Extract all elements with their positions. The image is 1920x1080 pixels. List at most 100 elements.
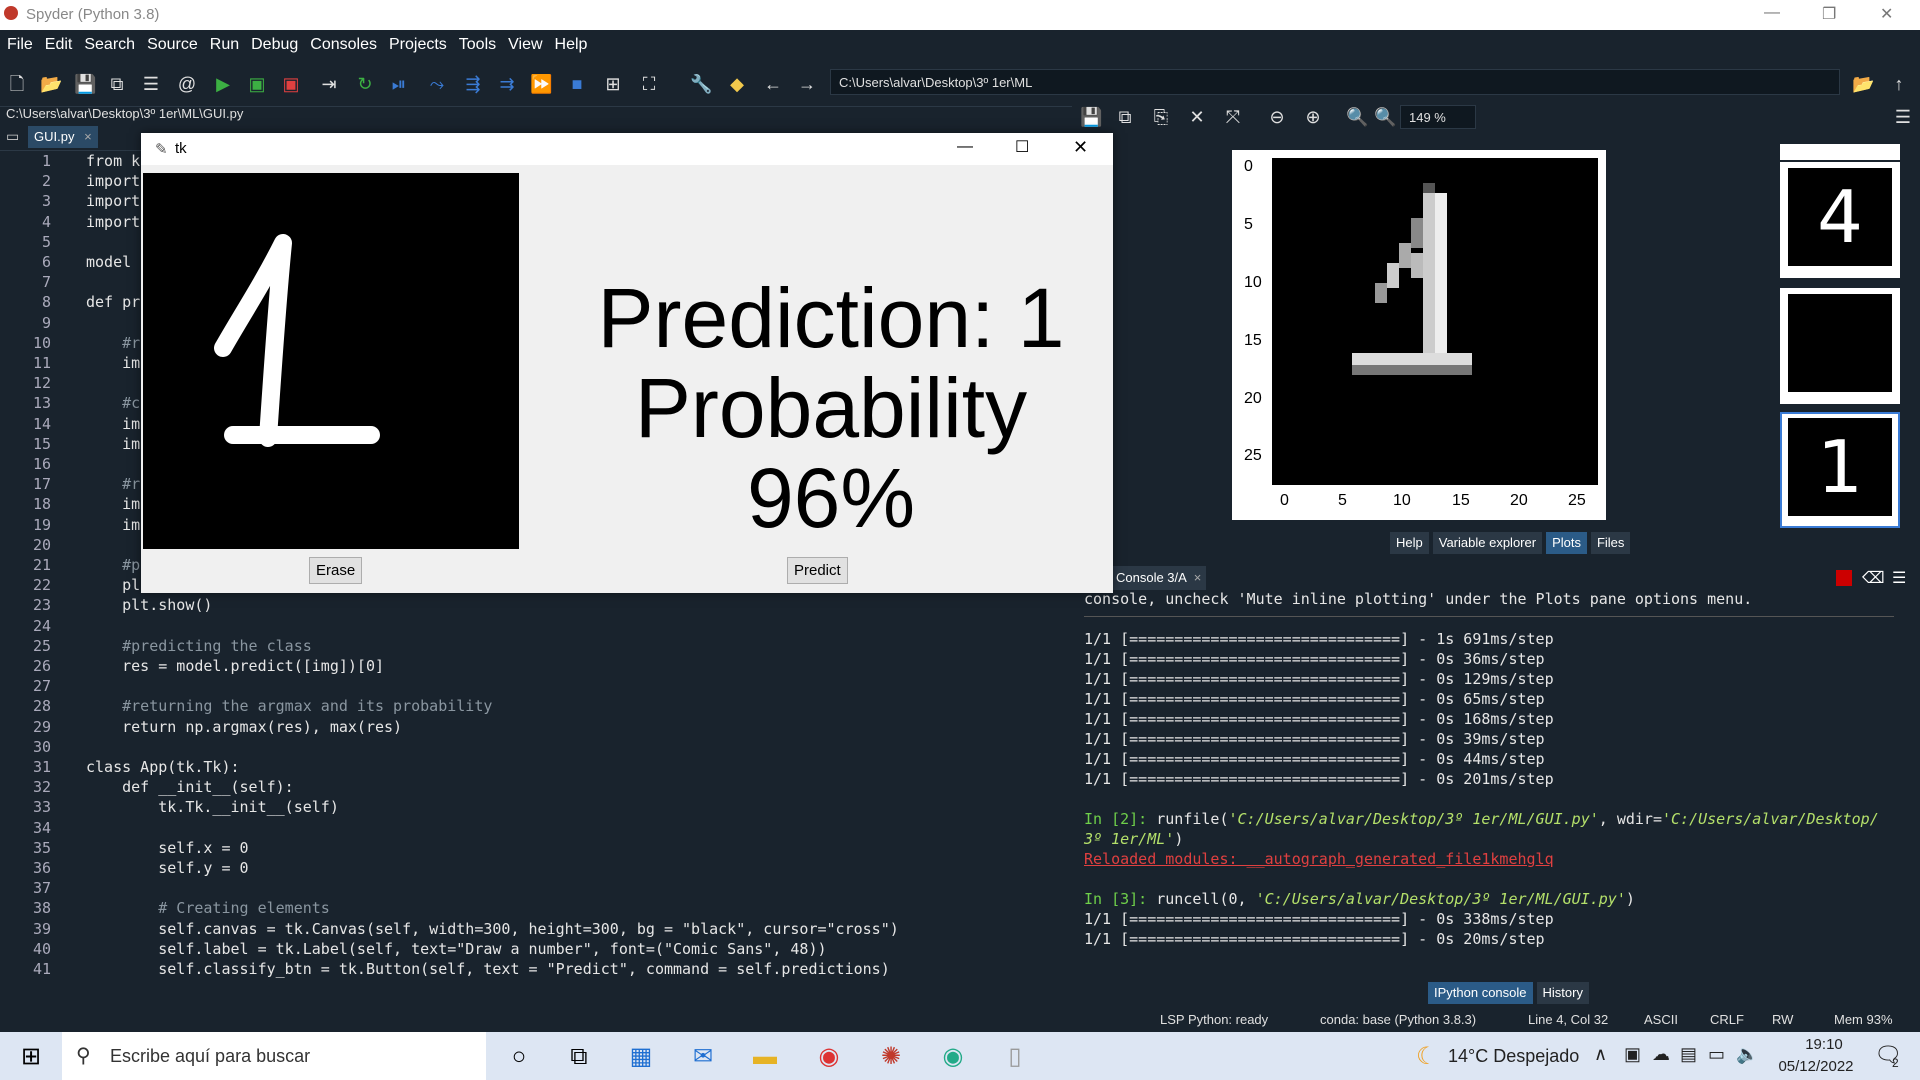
weather-text[interactable]: 14°C Despejado [1448,1046,1579,1067]
step-into-icon[interactable]: ⇶ [462,73,484,95]
save-all-plots-icon[interactable]: ⧉ [1114,106,1136,128]
plot-thumbnail-1[interactable]: 4 [1780,162,1900,278]
spyder-taskbar-icon[interactable]: ✺ [876,1042,906,1072]
predict-button[interactable]: Predict [787,557,848,584]
stop-kernel-icon[interactable] [1836,570,1852,586]
restore-icon[interactable]: ❐ [1822,4,1836,24]
drawing-canvas[interactable] [143,173,519,549]
close-icon[interactable]: ✕ [1880,4,1893,24]
volume-icon[interactable]: 🔈 [1736,1044,1758,1065]
next-plot-icon[interactable]: ⊕ [1302,106,1324,128]
save-plot-icon[interactable]: 💾 [1080,106,1102,128]
remove-plot-icon[interactable]: ✕ [1186,106,1208,128]
menu-help[interactable]: Help [550,36,593,54]
menu-file[interactable]: File [2,36,38,54]
clear-console-icon[interactable]: ⌫ [1862,568,1885,588]
step-return-icon[interactable]: ⇉ [496,73,518,95]
menu-run[interactable]: Run [205,36,244,54]
stop-debug-icon[interactable]: ■ [566,73,588,95]
menu-source[interactable]: Source [142,36,203,54]
preferences-wrench-icon[interactable]: 🔧 [690,73,712,95]
tray-chevron-icon[interactable]: ∧ [1594,1044,1607,1065]
run-icon[interactable]: ▶ [212,73,234,95]
zoom-level-field[interactable]: 149 % [1400,105,1476,129]
plot-thumbnail-2[interactable] [1780,288,1900,404]
title-bar: Spyder (Python 3.8) — ❐ ✕ [0,0,1920,30]
tab-variable-explorer[interactable]: Variable explorer [1432,532,1543,554]
plot-thumbnail-3[interactable]: 1 [1780,412,1900,528]
tk-maximize-icon[interactable]: ☐ [1015,137,1029,157]
erase-button[interactable]: Erase [309,557,363,584]
tab-plots[interactable]: Plots [1546,532,1587,554]
browse-tabs-icon[interactable]: ▭ [6,128,19,145]
close-tab-icon[interactable]: × [84,129,92,144]
forward-arrow-icon[interactable]: → [796,73,818,95]
save-icon[interactable]: 💾 [74,73,96,95]
tray-device-icon[interactable]: ▣ [1624,1044,1641,1065]
python-path-icon[interactable]: ◆ [726,73,748,95]
fullscreen-icon[interactable]: ⛶ [638,73,660,95]
tab-files[interactable]: Files [1590,532,1631,554]
maximize-pane-icon[interactable]: ⊞ [602,73,624,95]
parent-dir-icon[interactable]: ↑ [1888,73,1910,95]
zoom-in-icon[interactable]: 🔍 [1374,106,1396,128]
at-icon[interactable]: @ [176,73,198,95]
pane-options-menu-icon[interactable]: ☰ [1892,106,1914,128]
run-cell-advance-icon[interactable]: ▣ [280,73,302,95]
file-explorer-icon[interactable]: ▬ [750,1042,780,1072]
menu-consoles[interactable]: Consoles [305,36,382,54]
step-icon[interactable]: ⤳ [426,73,448,95]
menu-search[interactable]: Search [79,36,140,54]
windows-start-icon[interactable]: ⊞ [16,1042,46,1072]
menu-projects[interactable]: Projects [384,36,452,54]
copy-plot-icon[interactable]: ⎘ [1150,106,1172,128]
console-options-icon[interactable]: ☰ [1892,568,1906,588]
tab-history[interactable]: History [1536,982,1589,1004]
chrome-profile-icon[interactable]: ◉ [938,1042,968,1072]
plot-thumbnail-partial[interactable] [1780,144,1900,160]
working-directory-input[interactable]: C:\Users\alvar\Desktop\3º 1er\ML [830,69,1840,95]
clock-time[interactable]: 19:10 [1794,1036,1854,1053]
run-cell-icon[interactable]: ▣ [246,73,268,95]
taskbar-search[interactable]: ⚲ Escribe aquí para buscar [62,1032,486,1080]
zoom-out-icon[interactable]: 🔍 [1346,106,1368,128]
tk-minimize-icon[interactable]: — [957,138,973,156]
blank-document-icon[interactable]: ▯ [1000,1042,1030,1072]
battery-icon[interactable]: ▭ [1708,1044,1725,1065]
list-icon[interactable]: ☰ [140,73,162,95]
back-arrow-icon[interactable]: ← [762,73,784,95]
tk-close-icon[interactable]: ✕ [1073,137,1088,158]
remove-all-plots-icon[interactable]: ⤧ [1222,106,1244,128]
run-selection-icon[interactable]: ⇥ [318,73,340,95]
ipython-console[interactable]: console, uncheck 'Mute inline plotting' … [1084,590,1904,970]
close-console-icon[interactable]: × [1194,570,1202,585]
mail-icon[interactable]: ✉ [688,1042,718,1072]
minimize-icon[interactable]: — [1764,4,1780,22]
previous-plot-icon[interactable]: ⊖ [1266,106,1288,128]
tray-display-icon[interactable]: ▤ [1680,1044,1697,1065]
menu-view[interactable]: View [503,36,547,54]
editor-tab-gui[interactable]: GUI.py × [28,126,98,148]
open-file-icon[interactable]: 📂 [40,73,62,95]
line-number: 12 [32,374,51,393]
tab-help[interactable]: Help [1390,532,1429,554]
menu-debug[interactable]: Debug [246,36,303,54]
menu-tools[interactable]: Tools [454,36,501,54]
task-view-icon[interactable]: ⧉ [564,1042,594,1072]
rerun-icon[interactable]: ↻ [354,73,376,95]
continue-icon[interactable]: ⏩ [530,73,552,95]
menu-edit[interactable]: Edit [40,36,78,54]
clock-date[interactable]: 05/12/2022 [1766,1058,1866,1075]
browse-folder-icon[interactable]: 📂 [1852,73,1874,95]
code-line: res = model.predict([img])[0] [86,657,385,675]
debug-icon[interactable]: ⏯ [388,73,410,95]
chrome-icon[interactable]: ◉ [814,1042,844,1072]
console-tab[interactable]: Console 3/A × [1110,566,1206,590]
console-progress-line: 1/1 [==============================] - 0… [1084,710,1554,728]
save-all-icon[interactable]: ⧉ [106,73,128,95]
store-icon[interactable]: ▦ [626,1042,656,1072]
new-file-icon[interactable]: 🗋 [6,73,28,95]
tab-ipython-console[interactable]: IPython console [1428,982,1533,1004]
cortana-icon[interactable]: ○ [504,1042,534,1072]
tray-cloud-icon[interactable]: ☁ [1652,1044,1670,1065]
